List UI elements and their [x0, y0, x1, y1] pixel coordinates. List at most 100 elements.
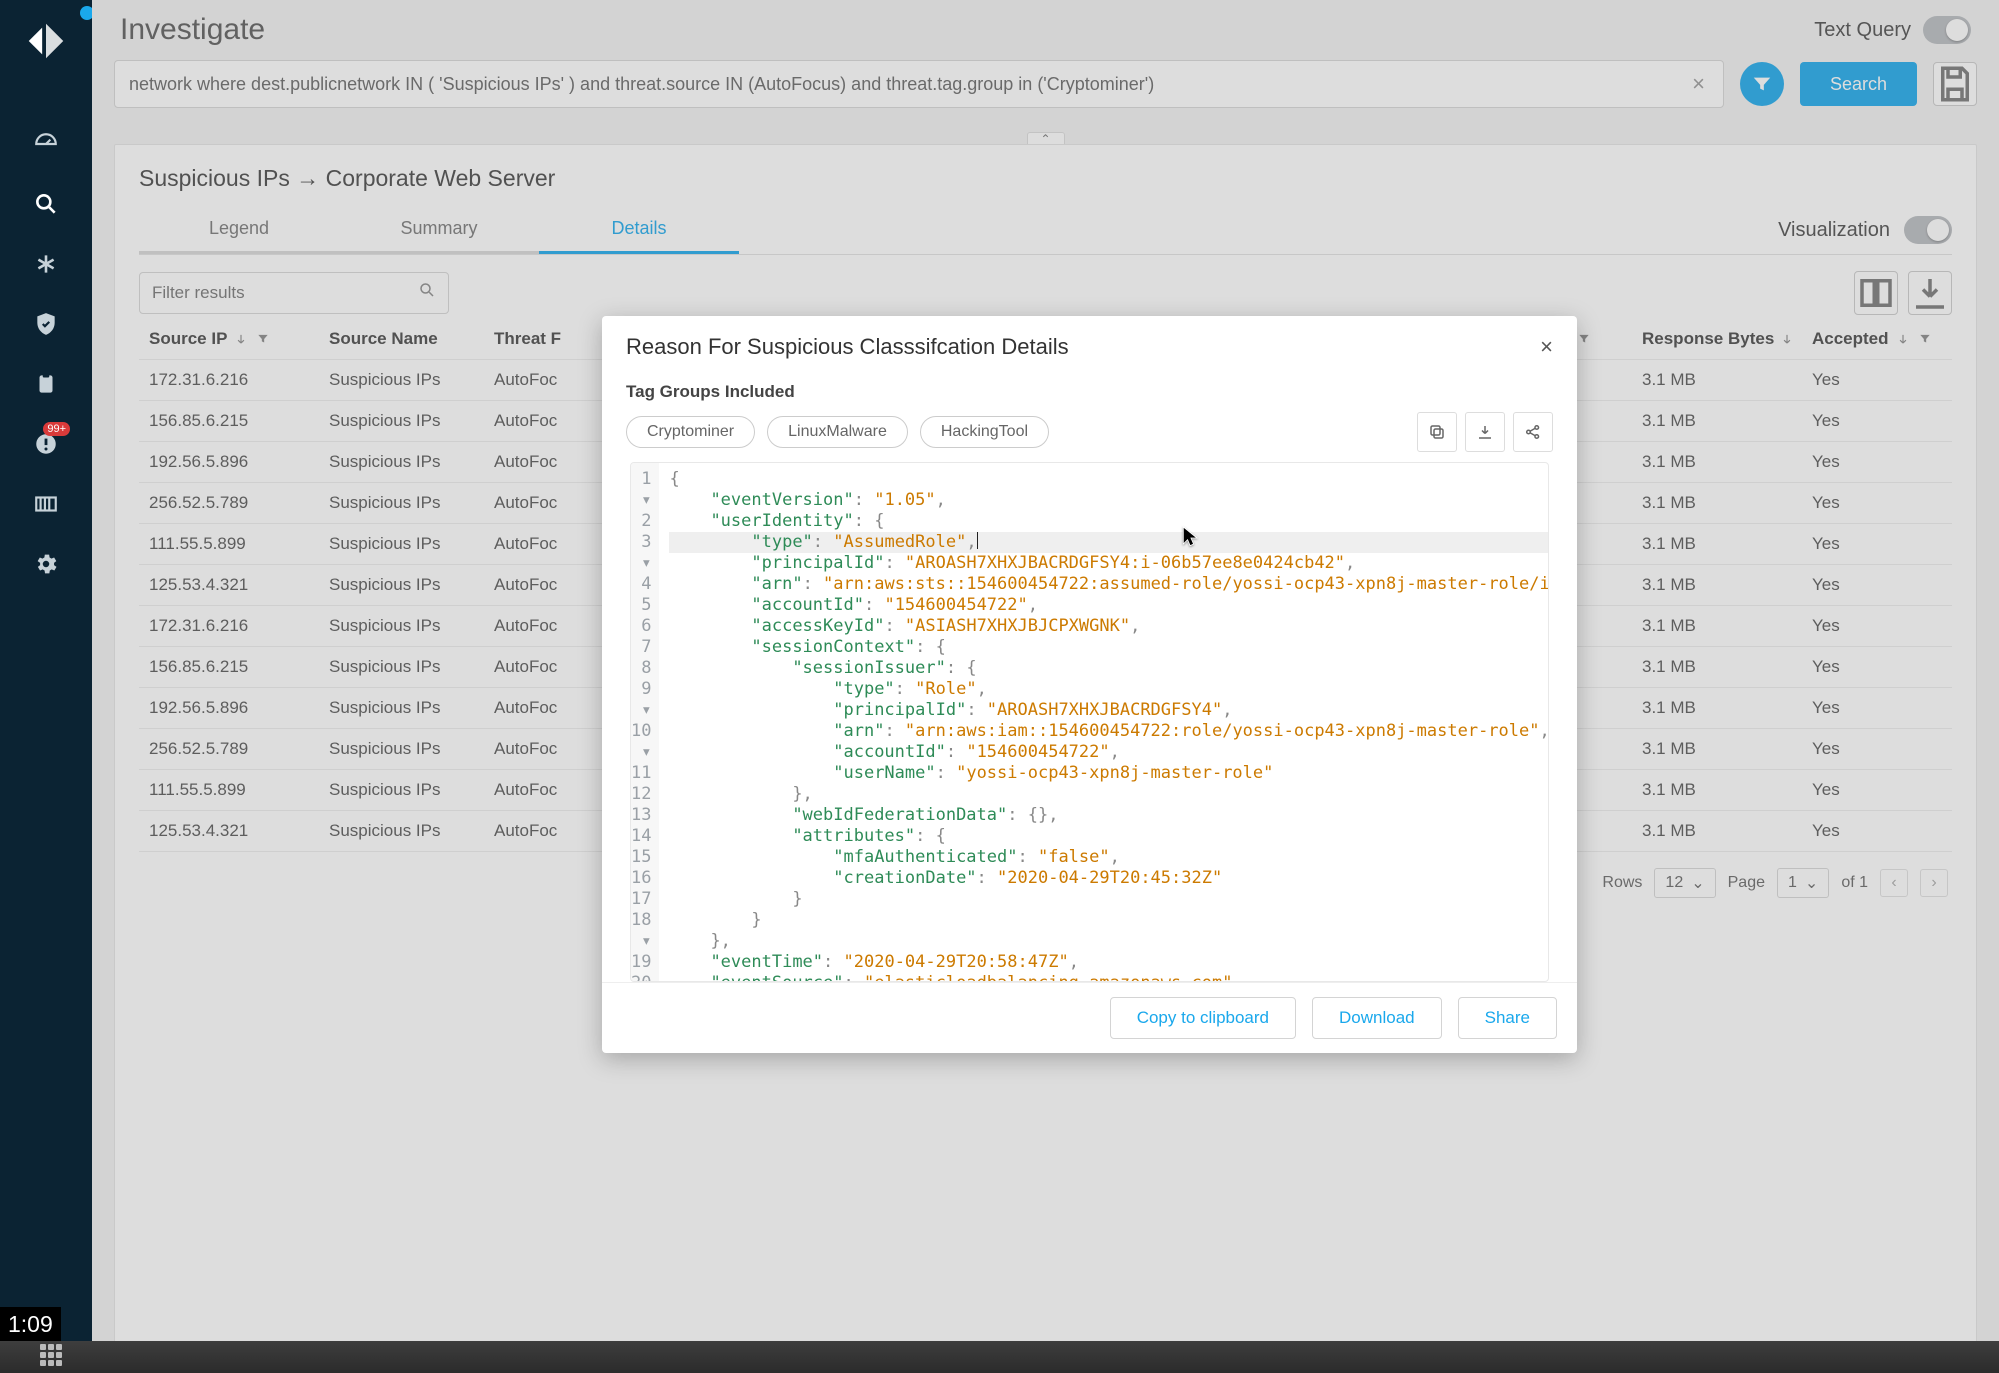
mouse-cursor-icon: [1182, 526, 1200, 556]
cell-accepted: Yes: [1802, 770, 1952, 811]
search-button[interactable]: Search: [1800, 62, 1917, 106]
code-viewer[interactable]: 1 ▾23 ▾456789 ▾10 ▾1112131415161718 ▾192…: [630, 462, 1549, 982]
visualization-toggle[interactable]: [1904, 216, 1952, 244]
side-nav: 99+: [0, 0, 92, 1373]
download-button[interactable]: [1908, 271, 1952, 315]
cell-accepted: Yes: [1802, 524, 1952, 565]
of-label: of 1: [1841, 874, 1868, 892]
cell-accepted: Yes: [1802, 483, 1952, 524]
tag-chip[interactable]: HackingTool: [920, 416, 1049, 448]
columns-button[interactable]: [1854, 271, 1898, 315]
modal-download-button[interactable]: Download: [1312, 997, 1442, 1039]
tab-summary[interactable]: Summary: [339, 206, 539, 254]
inventory-icon[interactable]: [28, 486, 64, 522]
col-accepted[interactable]: Accepted: [1812, 329, 1889, 349]
cell-source-name: Suspicious IPs: [319, 647, 484, 688]
filter-icon[interactable]: [1576, 331, 1592, 347]
cell-source-ip: 256.52.5.789: [139, 729, 319, 770]
cell-source-name: Suspicious IPs: [319, 565, 484, 606]
asterisk-icon[interactable]: [28, 246, 64, 282]
cell-accepted: Yes: [1802, 565, 1952, 606]
sort-icon[interactable]: [1780, 331, 1794, 347]
brand-logo[interactable]: [23, 18, 69, 64]
modal-title: Reason For Suspicious Classsifcation Det…: [626, 334, 1069, 360]
sort-icon[interactable]: [233, 331, 249, 347]
filter-results-input[interactable]: [152, 283, 418, 303]
app-grid-icon[interactable]: [40, 1344, 66, 1370]
rows-select[interactable]: 12⌄: [1654, 868, 1715, 898]
cell-source-ip: 192.56.5.896: [139, 442, 319, 483]
cell-source-name: Suspicious IPs: [319, 606, 484, 647]
cell-response-bytes: 3.1 MB: [1632, 401, 1802, 442]
text-query-toggle[interactable]: [1923, 16, 1971, 44]
cell-accepted: Yes: [1802, 442, 1952, 483]
cell-source-ip: 172.31.6.216: [139, 360, 319, 401]
copy-to-clipboard-button[interactable]: Copy to clipboard: [1110, 997, 1296, 1039]
details-modal: Reason For Suspicious Classsifcation Det…: [602, 316, 1577, 1053]
tag-chip[interactable]: LinuxMalware: [767, 416, 908, 448]
query-input[interactable]: [129, 74, 1688, 95]
clear-icon[interactable]: ×: [1688, 71, 1709, 97]
col-threat[interactable]: Threat F: [494, 329, 561, 348]
page-select[interactable]: 1⌄: [1777, 868, 1829, 898]
main-area: Investigate Text Query × Search ⌃ Suspic…: [92, 0, 1999, 1373]
tab-legend[interactable]: Legend: [139, 206, 339, 254]
cell-accepted: Yes: [1802, 688, 1952, 729]
cell-response-bytes: 3.1 MB: [1632, 770, 1802, 811]
filter-results-wrap: [139, 272, 449, 314]
video-timecode: 1:09: [0, 1307, 61, 1341]
cell-accepted: Yes: [1802, 647, 1952, 688]
gear-icon[interactable]: [28, 546, 64, 582]
col-source-name[interactable]: Source Name: [329, 329, 438, 348]
cell-source-name: Suspicious IPs: [319, 688, 484, 729]
chevron-down-icon: ⌄: [1805, 873, 1818, 893]
alert-icon[interactable]: 99+: [28, 426, 64, 462]
filter-icon[interactable]: [1917, 331, 1933, 347]
search-small-icon[interactable]: [418, 281, 436, 305]
top-bar: Investigate Text Query: [92, 0, 1999, 60]
cell-source-ip: 156.85.6.215: [139, 647, 319, 688]
panel-title: Suspicious IPs → Corporate Web Server: [139, 165, 1952, 192]
sort-icon[interactable]: [1895, 331, 1911, 347]
page-title: Investigate: [120, 13, 265, 47]
cell-response-bytes: 3.1 MB: [1632, 729, 1802, 770]
tab-details[interactable]: Details: [539, 206, 739, 254]
clipboard-icon[interactable]: [28, 366, 64, 402]
filter-icon[interactable]: [255, 331, 271, 347]
cell-response-bytes: 3.1 MB: [1632, 483, 1802, 524]
cell-accepted: Yes: [1802, 360, 1952, 401]
cell-source-ip: 172.31.6.216: [139, 606, 319, 647]
cell-source-ip: 256.52.5.789: [139, 483, 319, 524]
cell-response-bytes: 3.1 MB: [1632, 811, 1802, 852]
share-icon[interactable]: [1513, 412, 1553, 452]
close-icon[interactable]: ×: [1540, 334, 1553, 360]
query-bar: × Search: [92, 60, 1999, 112]
cell-response-bytes: 3.1 MB: [1632, 524, 1802, 565]
save-query-button[interactable]: [1933, 62, 1977, 106]
shield-icon[interactable]: [28, 306, 64, 342]
share-button[interactable]: Share: [1458, 997, 1557, 1039]
col-response-bytes[interactable]: Response Bytes: [1642, 329, 1774, 349]
cell-source-ip: 125.53.4.321: [139, 565, 319, 606]
cell-source-ip: 156.85.6.215: [139, 401, 319, 442]
cell-response-bytes: 3.1 MB: [1632, 360, 1802, 401]
visualization-label: Visualization: [1778, 219, 1890, 242]
filter-icon[interactable]: [1800, 331, 1802, 347]
filter-button[interactable]: [1740, 62, 1784, 106]
cell-accepted: Yes: [1802, 606, 1952, 647]
rows-label: Rows: [1602, 874, 1642, 892]
col-source-ip[interactable]: Source IP: [149, 329, 227, 349]
cell-source-name: Suspicious IPs: [319, 442, 484, 483]
dashboard-icon[interactable]: [28, 126, 64, 162]
prev-page-button[interactable]: ‹: [1880, 869, 1908, 897]
cell-source-name: Suspicious IPs: [319, 360, 484, 401]
tag-chip[interactable]: Cryptominer: [626, 416, 755, 448]
cell-response-bytes: 3.1 MB: [1632, 565, 1802, 606]
download-icon[interactable]: [1465, 412, 1505, 452]
cell-source-name: Suspicious IPs: [319, 811, 484, 852]
copy-icon[interactable]: [1417, 412, 1457, 452]
search-icon[interactable]: [28, 186, 64, 222]
next-page-button[interactable]: ›: [1920, 869, 1948, 897]
cell-source-name: Suspicious IPs: [319, 401, 484, 442]
tag-groups-label: Tag Groups Included: [626, 382, 1553, 402]
